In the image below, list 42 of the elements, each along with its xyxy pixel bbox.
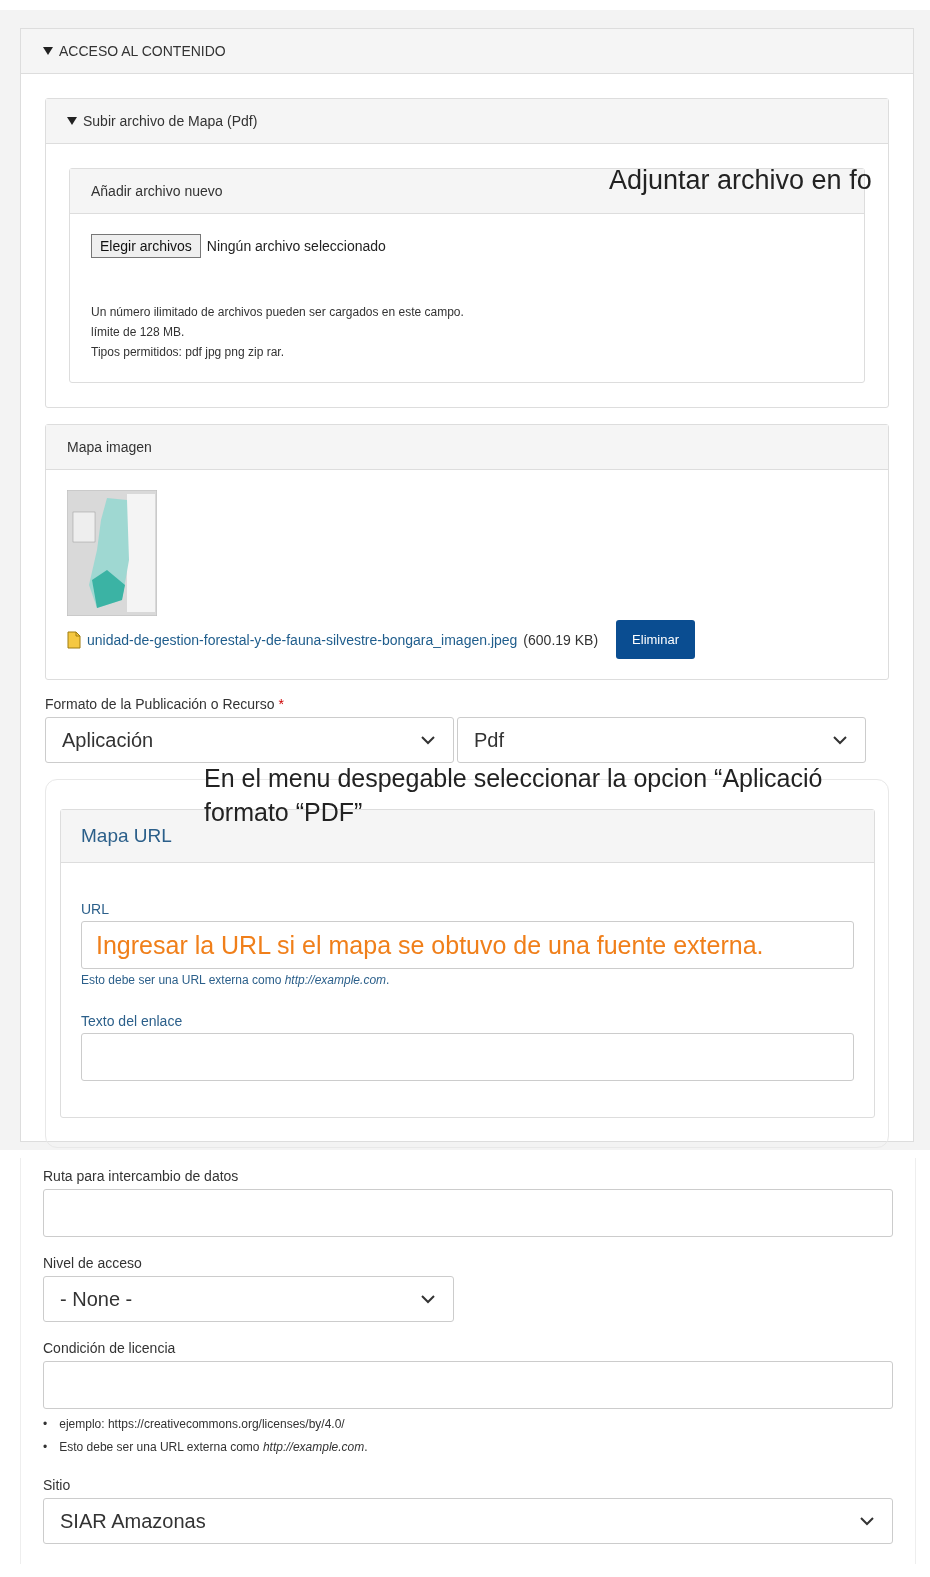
help-text: límite de 128 MB.: [91, 324, 186, 341]
field-label: Ruta para intercambio de datos: [43, 1168, 240, 1184]
annotation-note: En el menu despegable seleccionar la opcion “Aplicació formato “PDF”: [204, 763, 823, 828]
data-path-field[interactable]: [43, 1189, 893, 1237]
url-label: URL: [81, 901, 110, 917]
access-level-select[interactable]: - None -: [43, 1276, 454, 1322]
chevron-down-icon: [421, 1294, 435, 1304]
upload-group-header[interactable]: Subir archivo de Mapa (Pdf): [46, 99, 888, 144]
required-mark: *: [278, 696, 284, 712]
chevron-down-icon: [860, 1516, 874, 1526]
section-header[interactable]: ACCESO AL CONTENIDO: [21, 29, 913, 74]
file-size: (600.19 KB): [523, 631, 599, 648]
remove-button[interactable]: Eliminar: [616, 620, 696, 659]
choose-files-button[interactable]: Elegir archivos: [91, 234, 201, 258]
field-label: Nivel de acceso: [43, 1255, 143, 1271]
hint-text: ejemplo: https://creativecommons.org/licenses/by/4.0/: [59, 1416, 345, 1433]
field-label: Condición de licencia: [43, 1340, 177, 1356]
format-select[interactable]: Pdf: [457, 717, 866, 763]
document-icon: [67, 630, 81, 649]
chevron-down-icon: [421, 735, 435, 745]
format-select[interactable]: Aplicación: [45, 717, 454, 763]
map-image-title: Mapa imagen: [67, 439, 152, 455]
field-label: Sitio: [43, 1477, 72, 1493]
chevron-down-icon: [833, 735, 847, 745]
license-field[interactable]: [43, 1361, 893, 1409]
upload-group-title: Subir archivo de Mapa (Pdf): [83, 113, 258, 129]
annotation-note: Adjuntar archivo en fo: [609, 164, 872, 197]
bullet-mark: •: [43, 1439, 48, 1456]
bullet-mark: •: [43, 1416, 48, 1433]
section-title: ACCESO AL CONTENIDO: [59, 43, 226, 59]
file-status: Ningún archivo seleccionado: [206, 238, 386, 254]
hint-text: Esto debe ser una URL externa como http://example.com.: [59, 1439, 368, 1456]
link-text-field[interactable]: [81, 1033, 854, 1081]
link-text-label: Texto del enlace: [81, 1013, 184, 1029]
site-select[interactable]: SIAR Amazonas: [43, 1498, 893, 1544]
help-text: Tipos permitidos: pdf jpg png zip rar.: [91, 344, 285, 361]
file-link[interactable]: unidad-de-gestion-forestal-y-de-fauna-silvestre-bongara_imagen.jpeg: [87, 631, 518, 648]
field-label: Formato de la Publicación o Recurso: [45, 696, 275, 712]
url-description: Esto debe ser una URL externa como http://example.com.: [81, 973, 391, 987]
help-text: Un número ilimitado de archivos pueden ser cargados en este campo.: [91, 304, 465, 321]
new-file-title: Añadir archivo nuevo: [91, 183, 223, 199]
map-url-title: Mapa URL: [81, 825, 172, 847]
